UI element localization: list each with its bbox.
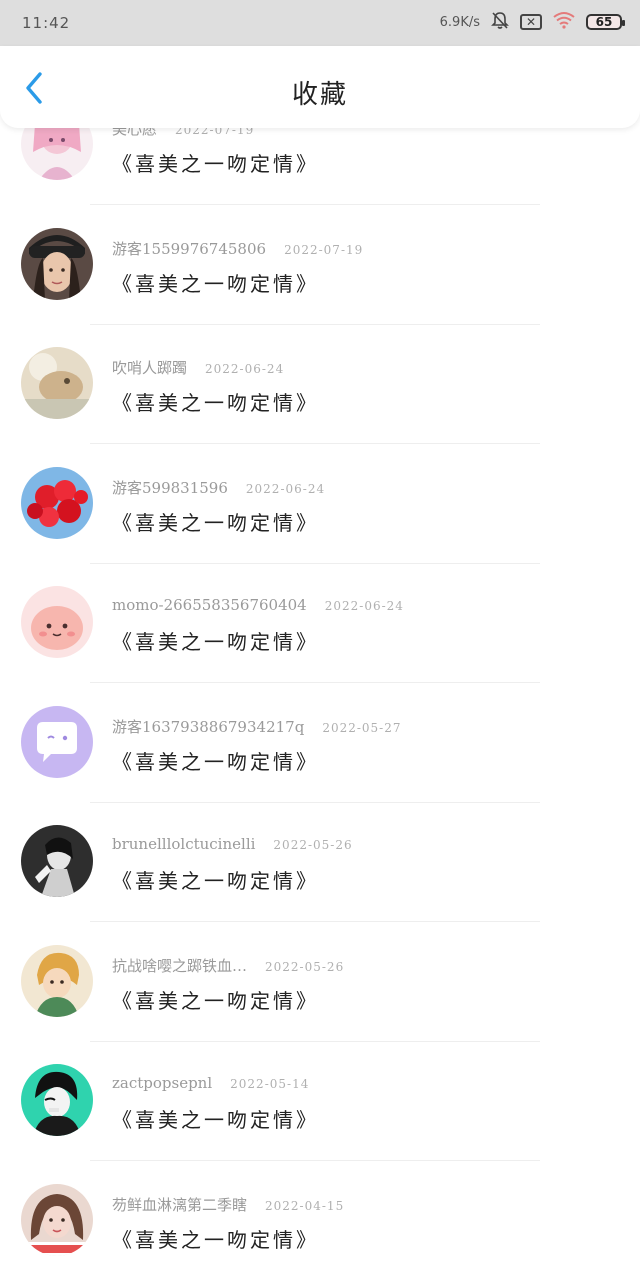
item-date: 2022-06-24 [205, 362, 285, 376]
item-title: 《喜美之一吻定情》 [112, 869, 319, 893]
network-speed: 6.9K/s [439, 14, 480, 30]
item-meta: 抗战啥嘤之踯铁血… 2022-05-26 [112, 955, 344, 976]
avatar[interactable] [21, 944, 93, 1017]
avatar[interactable] [21, 466, 93, 539]
list-item[interactable]: momo-266558356760404 2022-06-24 《喜美之一吻定情》 [0, 564, 640, 684]
close-box-icon: ✕ [520, 14, 542, 30]
item-date: 2022-06-24 [245, 481, 326, 496]
favorites-list: 美心愿 2022-07-19 《喜美之一吻定情》 游客1559976745806 2… [0, 86, 640, 1280]
list-item[interactable]: 芴鲜血淋漓第二季瞎 2022-04-15 《喜美之一吻定情》 [0, 1162, 640, 1280]
item-date: 2022-06-24 [324, 599, 404, 613]
username: 游客599831596 [112, 478, 228, 497]
username: 吹哨人踯躅 [112, 359, 188, 377]
item-title: 《喜美之一吻定情》 [112, 749, 319, 774]
item-title: 《喜美之一吻定情》 [112, 1227, 319, 1252]
battery-icon: 65 [586, 14, 625, 30]
avatar[interactable] [21, 825, 93, 897]
item-meta: 游客1637938867934217q 2022-05-27 [112, 716, 402, 737]
list-item[interactable]: 游客1637938867934217q 2022-05-27 《喜美之一吻定情》 [0, 684, 640, 804]
list-item[interactable]: 吹哨人踯躅 2022-06-24 《喜美之一吻定情》 [0, 325, 640, 445]
status-bar: 11:42 6.9K/s ✕ 65 [0, 0, 640, 46]
item-date: 2022-05-14 [230, 1077, 310, 1091]
status-icons: 6.9K/s ✕ 65 [439, 10, 625, 34]
item-meta: momo-266558356760404 2022-06-24 [112, 596, 404, 614]
avatar[interactable] [21, 227, 93, 300]
list-item[interactable]: zactpopsepnl 2022-05-14 《喜美之一吻定情》 [0, 1042, 640, 1162]
page-title: 收藏 [291, 80, 348, 110]
username: 游客1637938867934217q [112, 717, 305, 736]
list-item[interactable]: brunelllolctucinelli 2022-05-26 《喜美之一吻定情》 [0, 803, 640, 923]
item-title: 《喜美之一吻定情》 [112, 630, 319, 654]
item-title: 《喜美之一吻定情》 [112, 271, 319, 296]
item-meta: 游客599831596 2022-06-24 [112, 477, 325, 498]
username: zactpopsepnl [112, 1074, 213, 1092]
avatar[interactable] [21, 347, 93, 419]
item-meta: zactpopsepnl 2022-05-14 [112, 1074, 309, 1092]
list-item[interactable]: 游客1559976745806 2022-07-19 《喜美之一吻定情》 [0, 206, 640, 326]
avatar[interactable] [21, 1183, 93, 1256]
avatar[interactable] [21, 586, 93, 658]
status-time: 11:42 [22, 14, 71, 32]
username: 游客1559976745806 [112, 239, 267, 258]
username: brunelllolctucinelli [112, 835, 256, 853]
mute-bell-icon [490, 10, 510, 34]
item-title: 《喜美之一吻定情》 [112, 988, 319, 1013]
avatar[interactable] [21, 1064, 93, 1136]
list-item[interactable]: 游客599831596 2022-06-24 《喜美之一吻定情》 [0, 445, 640, 565]
item-title: 《喜美之一吻定情》 [112, 510, 319, 535]
wifi-icon [552, 11, 576, 33]
username: momo-266558356760404 [112, 596, 307, 614]
item-meta: 游客1559976745806 2022-07-19 [112, 238, 363, 259]
item-date: 2022-05-27 [322, 720, 402, 735]
item-title: 《喜美之一吻定情》 [112, 391, 319, 415]
avatar[interactable] [21, 705, 93, 778]
app-header: 收藏 [0, 46, 640, 128]
item-title: 《喜美之一吻定情》 [112, 1108, 319, 1132]
item-date: 2022-05-26 [273, 838, 353, 852]
item-meta: brunelllolctucinelli 2022-05-26 [112, 835, 353, 853]
item-date: 2022-07-19 [284, 242, 364, 257]
item-meta: 吹哨人踯躅 2022-06-24 [112, 357, 284, 378]
item-title: 《喜美之一吻定情》 [112, 152, 319, 176]
item-date: 2022-05-26 [265, 959, 345, 974]
username: 芴鲜血淋漓第二季瞎 [112, 1195, 248, 1214]
item-date: 2022-04-15 [265, 1198, 345, 1213]
list-item[interactable]: 抗战啥嘤之踯铁血… 2022-05-26 《喜美之一吻定情》 [0, 923, 640, 1043]
item-meta: 芴鲜血淋漓第二季瞎 2022-04-15 [112, 1194, 344, 1215]
username: 抗战啥嘤之踯铁血… [112, 956, 248, 975]
